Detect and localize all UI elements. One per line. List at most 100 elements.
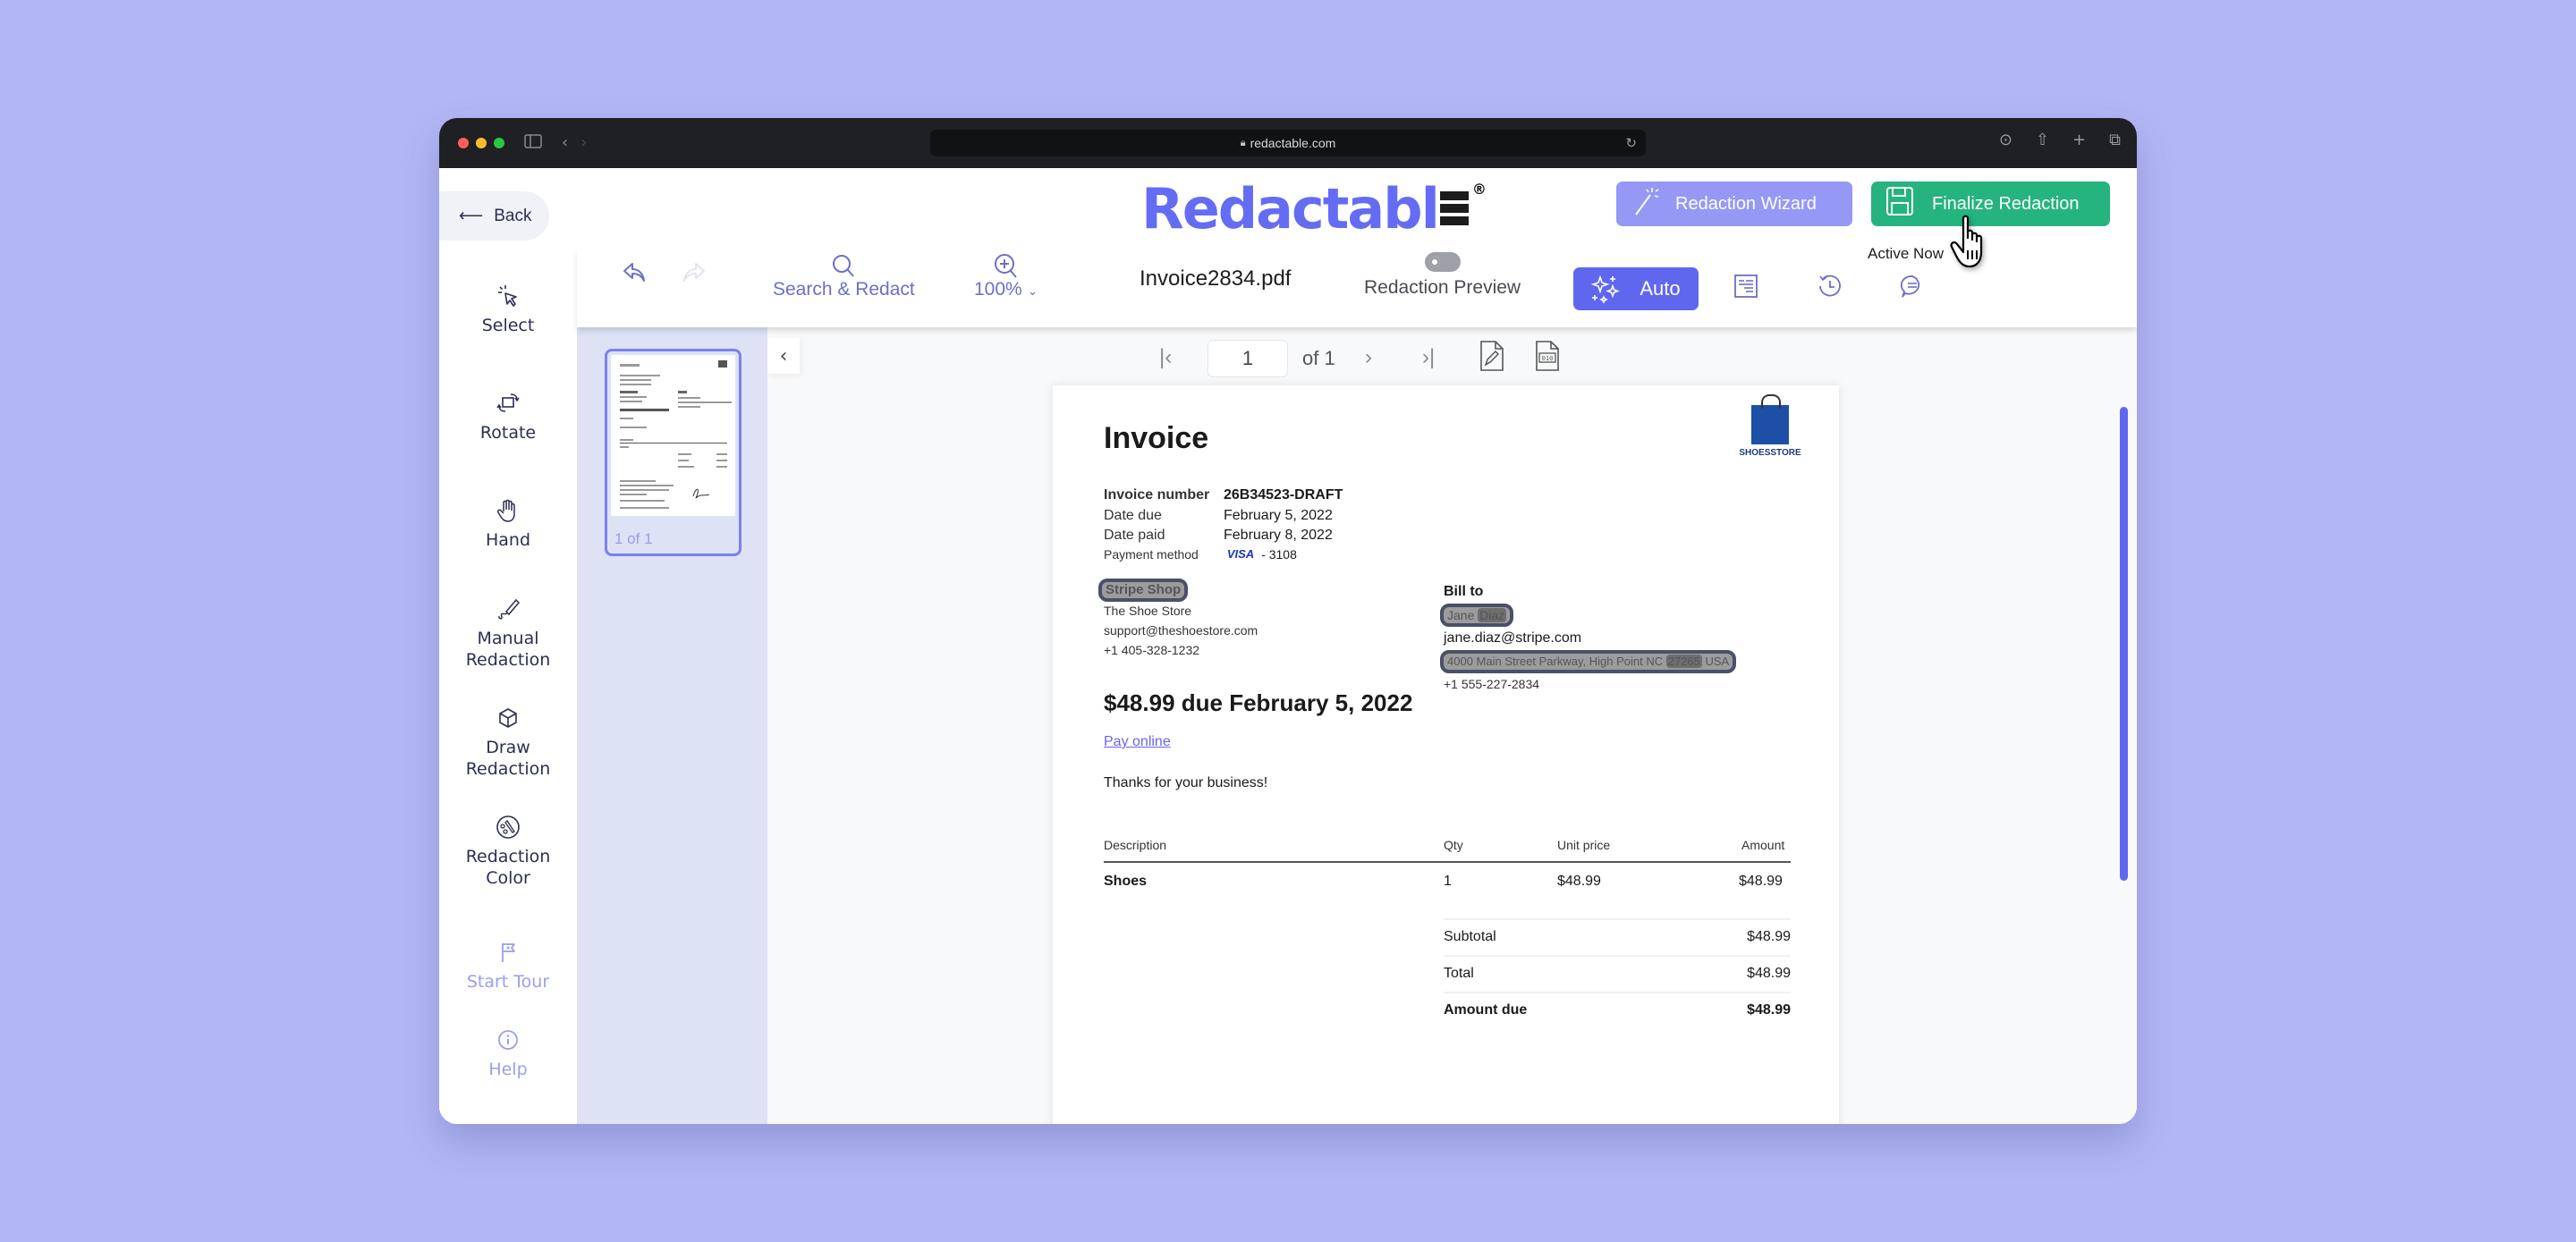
vertical-scrollbar[interactable] (2120, 407, 2128, 881)
meta-label: Date due (1104, 508, 1162, 523)
undo-icon (623, 263, 645, 282)
sidebar-item-draw-redaction[interactable]: Draw Redaction (439, 703, 577, 780)
seller-phone: +1 405-328-1232 (1104, 643, 1200, 657)
thumbnail-preview (611, 355, 735, 516)
info-icon (498, 1030, 518, 1050)
binary-export-button[interactable]: 010 (1533, 340, 1562, 378)
history-button[interactable] (1818, 274, 1843, 302)
last-page-glyph[interactable]: ›| (1422, 345, 1435, 370)
chevron-down-icon: ⌄ (1027, 283, 1038, 298)
minimize-window-button[interactable] (476, 138, 487, 148)
document-list-icon (1734, 275, 1758, 298)
sidebar-item-rotate[interactable]: Rotate (439, 388, 577, 444)
flag-icon (502, 943, 515, 962)
seller-name: Stripe Shop (1106, 582, 1182, 597)
download-icon[interactable]: ⊙ (1999, 131, 2012, 149)
palette-icon (496, 815, 520, 839)
comments-button[interactable] (1900, 274, 1925, 302)
search-redact-label: Search & Redact (773, 279, 915, 300)
seller-block: Stripe Shop The Shoe Store support@thesh… (1098, 579, 1258, 657)
customer-email: jane.diaz@stripe.com (1444, 630, 1582, 646)
summary-divider (1444, 992, 1791, 993)
summary-label: Amount due (1444, 1002, 1528, 1018)
invoice-title: Invoice (1104, 421, 1209, 455)
date-paid-row: Date paid February 8, 2022 (1104, 528, 1333, 544)
table-cell: 1 (1444, 874, 1452, 889)
svg-text:010: 010 (1542, 355, 1554, 362)
pdf-page: Invoice SHOESSTORE Invoice number 26B345… (1053, 385, 1839, 1124)
logo-bars-icon (1439, 191, 1469, 225)
page-thumbnail[interactable]: 1 of 1 (605, 349, 741, 556)
hand-icon (496, 499, 515, 522)
search-redact-button[interactable]: Search & Redact (773, 252, 915, 300)
sidebar-item-help[interactable]: Help (439, 1025, 577, 1080)
undo-button[interactable] (622, 261, 647, 284)
back-button[interactable]: ⟵ Back (439, 191, 549, 241)
rotate-icon (496, 393, 520, 412)
app-container: ⟵ Back Redactabl ® Redaction Wizard Fina… (439, 168, 2137, 1124)
sidebar-label: Help (488, 1060, 528, 1079)
amount-due-headline: $48.99 due February 5, 2022 (1104, 689, 1413, 716)
brand-name: SHOESSTORE (1739, 448, 1801, 458)
sidebar-toggle-icon[interactable] (524, 134, 542, 152)
finalize-label: Finalize Redaction (1932, 193, 2080, 214)
redo-button[interactable] (682, 261, 707, 284)
customer-first-name: Jane (1447, 608, 1475, 622)
first-page-glyph[interactable]: |‹ (1159, 345, 1172, 370)
next-page-glyph[interactable]: › (1365, 345, 1372, 370)
share-icon[interactable]: ⇧ (2036, 131, 2049, 149)
redaction-box[interactable]: 4000 Main Street Parkway, High Point NC … (1440, 650, 1737, 673)
thumbnail-page-label: 1 of 1 (614, 530, 653, 547)
sidebar-item-manual-redaction[interactable]: Manual Redaction (439, 594, 577, 671)
redaction-box[interactable]: Stripe Shop (1098, 579, 1189, 602)
redaction-box[interactable]: Jane Diaz (1440, 604, 1514, 627)
meta-value: February 8, 2022 (1224, 528, 1333, 543)
edit-file-icon (1480, 341, 1504, 371)
page-number-input[interactable] (1208, 340, 1288, 377)
lock-icon: 🔒︎ (1240, 137, 1246, 148)
summary-row: Subtotal $48.99 (1444, 929, 1791, 945)
logo-text: Redactabl (1141, 175, 1440, 241)
redaction-wizard-button[interactable]: Redaction Wizard (1616, 182, 1852, 226)
registered-mark: ® (1471, 181, 1487, 198)
browser-forward-icon[interactable]: › (580, 135, 587, 151)
browser-back-icon[interactable]: ‹ (562, 135, 568, 151)
sidebar-item-redaction-color[interactable]: Redaction Color (439, 812, 577, 889)
new-tab-icon[interactable]: + (2072, 131, 2086, 149)
visa-logo: VISA (1226, 547, 1255, 561)
redaction-preview-toggle[interactable]: Redaction Preview (1364, 252, 1521, 299)
customer-phone: +1 555-227-2834 (1444, 677, 1540, 691)
sidebar-label: Manual Redaction (465, 629, 551, 670)
browser-window: ‹ › 🔒︎ redactable.com ↻ ⊙ ⇧ + ⧉ ⟵ Back R… (439, 118, 2137, 1124)
address-bar[interactable]: 🔒︎ redactable.com ↻ (930, 130, 1646, 156)
sidebar-item-select[interactable]: Select (439, 281, 577, 336)
close-window-button[interactable] (458, 138, 469, 148)
redaction-preview-label: Redaction Preview (1364, 277, 1521, 298)
meta-value: February 5, 2022 (1224, 508, 1333, 523)
document-viewer: ‹ |‹ |‹ ‹ of 1 › ›| 010 (767, 327, 2137, 1124)
thumbnail-panel: 1 of 1 (577, 327, 767, 1124)
maximize-window-button[interactable] (494, 138, 504, 148)
column-header: Unit price (1557, 838, 1611, 852)
sidebar-item-hand[interactable]: Hand (439, 495, 577, 551)
sidebar-item-start-tour[interactable]: Start Tour (439, 937, 577, 993)
pay-online-link[interactable]: Pay online (1104, 734, 1171, 750)
summary-label: Total (1444, 966, 1474, 981)
zoom-control[interactable]: 100% ⌄ (974, 252, 1038, 300)
table-cell: $48.99 (1557, 874, 1601, 889)
bill-to-label: Bill to (1444, 584, 1484, 599)
page-navigation: |‹ (767, 338, 2137, 377)
document-outline-button[interactable] (1733, 274, 1758, 302)
edit-document-button[interactable] (1478, 340, 1506, 378)
auto-redact-button[interactable]: Auto (1573, 267, 1699, 310)
toggle-switch[interactable] (1424, 252, 1461, 272)
column-header: Description (1104, 838, 1167, 852)
payment-method-row: Payment method VISA - 3108 (1104, 547, 1297, 562)
tabs-overview-icon[interactable]: ⧉ (2109, 131, 2121, 149)
sidebar-label: Rotate (479, 423, 537, 443)
active-now-label: Active Now (1868, 245, 1945, 262)
zoom-level: 100% (974, 279, 1022, 300)
reload-icon[interactable]: ↻ (1625, 135, 1637, 151)
summary-value: $48.99 (1747, 966, 1791, 981)
shoestore-logo: SHOESSTORE (1736, 394, 1804, 458)
